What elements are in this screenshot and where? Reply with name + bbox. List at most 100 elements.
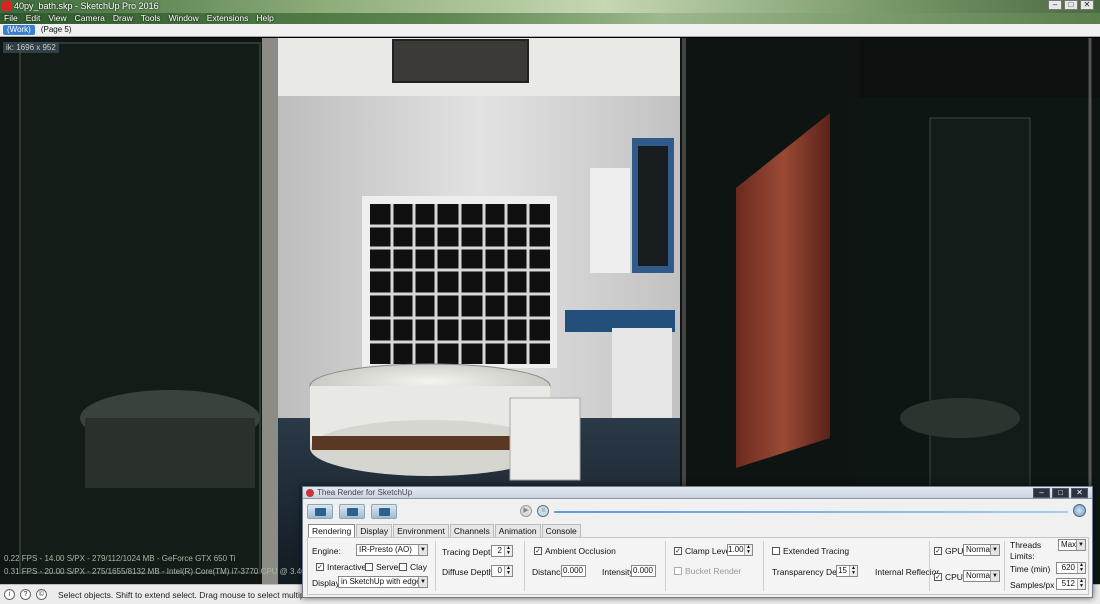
- interactive-checkbox[interactable]: ✓: [316, 563, 324, 571]
- bucket-render-checkbox[interactable]: [674, 567, 682, 575]
- divider: [929, 541, 930, 591]
- server-checkbox[interactable]: [365, 563, 373, 571]
- menu-camera[interactable]: Camera: [75, 13, 105, 24]
- scene-tab-work[interactable]: (Work): [3, 25, 35, 35]
- menu-extensions[interactable]: Extensions: [207, 13, 249, 24]
- cpu-checkbox[interactable]: ✓: [934, 573, 942, 581]
- tab-channels[interactable]: Channels: [449, 524, 494, 537]
- menu-help[interactable]: Help: [256, 13, 273, 24]
- divider: [524, 541, 525, 591]
- window-titlebar: 40py_bath.skp - SketchUp Pro 2016 – □ ✕: [0, 0, 1100, 13]
- threads-value: Max: [1061, 540, 1077, 549]
- render-viewport-button[interactable]: [307, 504, 333, 519]
- interactive-label: Interactive: [327, 562, 367, 572]
- engine-select[interactable]: IR-Presto (AO) ▼: [356, 544, 428, 556]
- render-status-icon[interactable]: [1073, 504, 1086, 517]
- play-icon[interactable]: ▶: [520, 505, 532, 517]
- samples-label: Samples/px: [1010, 580, 1055, 590]
- clay-label: Clay: [410, 562, 428, 572]
- tab-environment[interactable]: Environment: [393, 524, 449, 537]
- help-icon[interactable]: ?: [20, 589, 31, 600]
- thea-maximize-button[interactable]: □: [1052, 488, 1069, 498]
- ambient-occlusion-checkbox[interactable]: ✓: [534, 547, 542, 555]
- cpu-stats-line: 0.31 FPS - 20.00 S/PX - 275/1655/8132 MB…: [4, 567, 322, 576]
- thea-minimize-button[interactable]: –: [1033, 488, 1050, 498]
- diffuse-depth-input[interactable]: 0 ▲ ▼: [491, 565, 513, 577]
- threads-select[interactable]: Max ▼: [1058, 539, 1086, 551]
- camera-render-icon: [347, 508, 358, 516]
- extended-tracing-label: Extended Tracing: [783, 546, 850, 556]
- render-window-button[interactable]: [371, 504, 397, 519]
- thea-close-button[interactable]: ✕: [1071, 488, 1088, 498]
- chevron-down-icon: ▼: [990, 545, 999, 555]
- extended-tracing-checkbox[interactable]: [772, 547, 780, 555]
- thea-render-panel: Thea Render for SketchUp – □ ✕ ▶ ॥ Rende…: [302, 486, 1093, 598]
- viewport-render-icon: [315, 508, 326, 516]
- thea-panel-titlebar[interactable]: Thea Render for SketchUp – □ ✕: [303, 487, 1092, 499]
- tab-rendering[interactable]: Rendering: [308, 524, 356, 537]
- gpu-checkbox[interactable]: ✓: [934, 547, 942, 555]
- divider: [763, 541, 764, 591]
- gpu-priority-select[interactable]: Normal ▼: [963, 544, 1000, 556]
- divider: [435, 541, 436, 591]
- transparency-depth-input[interactable]: 15 ▲ ▼: [836, 565, 858, 577]
- distance-value: 0.000: [562, 566, 583, 575]
- spinner-icon[interactable]: ▲ ▼: [504, 546, 512, 556]
- clay-checkbox[interactable]: [399, 563, 407, 571]
- bucket-render-label: Bucket Render: [685, 566, 742, 576]
- render-camera-button[interactable]: [339, 504, 365, 519]
- display-value: in SketchUp with edges: [341, 577, 425, 586]
- intensity-input[interactable]: 0.000: [631, 565, 656, 577]
- tab-display[interactable]: Display: [356, 524, 393, 537]
- tracing-depth-value: 2: [497, 546, 502, 555]
- cpu-priority-select[interactable]: Normal ▼: [963, 570, 1000, 582]
- spinner-icon[interactable]: ▲ ▼: [504, 566, 512, 576]
- scene-tab-page-5[interactable]: (Page 5): [37, 25, 76, 35]
- credits-icon[interactable]: ©: [36, 589, 47, 600]
- clamp-level-value: 1.00: [728, 545, 744, 554]
- thea-panel-title: Thea Render for SketchUp: [317, 488, 413, 497]
- tab-console[interactable]: Console: [541, 524, 581, 537]
- render-progress-bar: [554, 511, 1068, 513]
- ambient-occlusion-label: Ambient Occlusion: [545, 546, 616, 556]
- menu-file[interactable]: File: [4, 13, 18, 24]
- info-icon[interactable]: i: [4, 589, 15, 600]
- display-select[interactable]: in SketchUp with edges ▼: [338, 576, 428, 588]
- render-resolution-label: ik: 1696 x 952: [3, 42, 59, 53]
- menu-window[interactable]: Window: [169, 13, 199, 24]
- clamp-level-checkbox[interactable]: ✓: [674, 547, 682, 555]
- time-limit-label: Time (min): [1010, 564, 1051, 574]
- samples-input[interactable]: 512 ▲ ▼: [1056, 578, 1086, 590]
- samples-value: 512: [1061, 579, 1075, 588]
- maximize-button[interactable]: □: [1064, 0, 1078, 10]
- menu-tools[interactable]: Tools: [141, 13, 161, 24]
- pause-icon[interactable]: ॥: [537, 505, 549, 517]
- distance-input[interactable]: 0.000: [561, 565, 586, 577]
- divider: [1004, 541, 1005, 591]
- time-limit-input[interactable]: 620 ▲ ▼: [1056, 562, 1086, 574]
- tab-animation[interactable]: Animation: [494, 524, 541, 537]
- cpu-priority-value: Normal: [966, 571, 992, 580]
- gpu-label: GPU: [945, 546, 964, 556]
- spinner-icon[interactable]: ▲ ▼: [1077, 563, 1085, 573]
- spinner-icon[interactable]: ▲ ▼: [744, 545, 752, 555]
- menu-view[interactable]: View: [48, 13, 66, 24]
- minimize-button[interactable]: –: [1048, 0, 1062, 10]
- menu-draw[interactable]: Draw: [113, 13, 133, 24]
- intensity-label: Intensity: [602, 567, 634, 577]
- engine-value: IR-Presto (AO): [359, 545, 412, 554]
- clamp-level-input[interactable]: 1.00 ▲ ▼: [727, 544, 753, 556]
- engine-label: Engine:: [312, 546, 341, 556]
- spinner-icon[interactable]: ▲ ▼: [849, 566, 857, 576]
- tracing-depth-input[interactable]: 2 ▲ ▼: [491, 545, 513, 557]
- display-label: Display: [312, 578, 340, 588]
- close-button[interactable]: ✕: [1080, 0, 1094, 10]
- threads-label: Threads: [1010, 540, 1042, 550]
- menu-bar: File Edit View Camera Draw Tools Window …: [0, 13, 1100, 24]
- spinner-icon[interactable]: ▲ ▼: [1077, 579, 1085, 589]
- menu-edit[interactable]: Edit: [26, 13, 41, 24]
- time-limit-value: 620: [1061, 563, 1075, 572]
- thea-window-controls: – □ ✕: [1033, 488, 1088, 498]
- gpu-priority-value: Normal: [966, 545, 992, 554]
- divider: [665, 541, 666, 591]
